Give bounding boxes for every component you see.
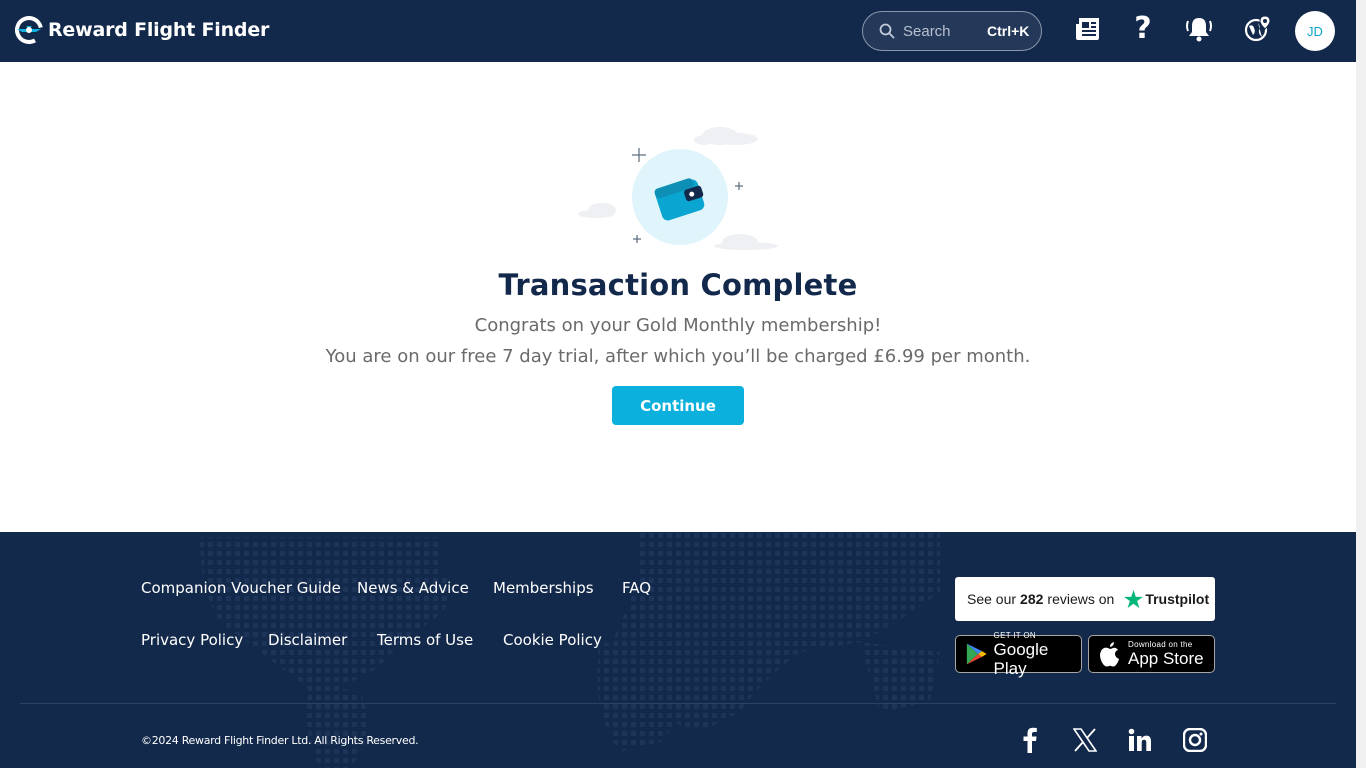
footer-link-companion-voucher-guide[interactable]: Companion Voucher Guide [141, 579, 341, 597]
trustpilot-widget[interactable]: See our 282 reviews on Trustpilot [955, 577, 1215, 621]
instagram-icon[interactable] [1182, 727, 1208, 753]
trustpilot-prefix: See our [967, 591, 1017, 607]
google-play-big-label: Google Play [993, 639, 1049, 678]
google-play-icon [966, 643, 987, 665]
app-store-small-label: Download on the [1128, 640, 1193, 649]
footer: Companion Voucher Guide News & Advice Me… [0, 532, 1356, 768]
notifications-bell-icon[interactable] [1184, 14, 1214, 44]
brand-name: Reward Flight Finder [48, 19, 270, 41]
membership-message: Congrats on your Gold Monthly membership… [474, 315, 882, 336]
trustpilot-brand-name: Trustpilot [1145, 591, 1210, 607]
search-box[interactable]: Ctrl+K [862, 11, 1042, 51]
news-icon[interactable] [1073, 14, 1103, 44]
google-play-small-label: GET IT ON [993, 630, 1036, 640]
copyright-text: ©2024 Reward Flight Finder Ltd. All Righ… [141, 734, 419, 747]
search-shortcut-hint: Ctrl+K [987, 23, 1030, 39]
brand-logo[interactable]: Reward Flight Finder [14, 14, 269, 46]
footer-link-terms-of-use[interactable]: Terms of Use [377, 631, 473, 649]
app-store-big-label: App Store [1128, 649, 1204, 668]
footer-link-privacy-policy[interactable]: Privacy Policy [141, 631, 243, 649]
top-nav-bar: Reward Flight Finder Ctrl+K ? [0, 0, 1356, 62]
trustpilot-star-icon [1124, 590, 1144, 608]
facebook-icon[interactable] [1017, 727, 1043, 753]
wallet-icon [578, 127, 778, 250]
page-scrollbar[interactable] [1356, 0, 1366, 768]
search-icon [879, 23, 895, 39]
trustpilot-suffix: reviews on [1047, 591, 1115, 607]
help-icon[interactable]: ? [1128, 14, 1158, 44]
trustpilot-brand: Trustpilot [1124, 590, 1209, 608]
footer-link-memberships[interactable]: Memberships [493, 579, 594, 597]
page-title: Transaction Complete [498, 268, 858, 302]
search-input[interactable] [903, 22, 973, 40]
continue-button[interactable]: Continue [612, 386, 744, 425]
footer-link-news-advice[interactable]: News & Advice [357, 579, 469, 597]
app-store-badge[interactable]: Download on the App Store [1088, 635, 1215, 673]
trustpilot-review-count: 282 [1020, 591, 1044, 607]
linkedin-icon[interactable] [1127, 727, 1153, 753]
footer-divider [20, 703, 1336, 704]
google-play-badge[interactable]: GET IT ON Google Play [955, 631, 1082, 678]
apple-icon [1100, 642, 1119, 667]
logo-plane-icon [15, 16, 43, 44]
avatar-initials: JD [1307, 23, 1323, 39]
footer-link-cookie-policy[interactable]: Cookie Policy [503, 631, 602, 649]
globe-location-icon[interactable] [1243, 14, 1273, 44]
trial-message: You are on our free 7 day trial, after w… [325, 346, 1031, 367]
user-avatar[interactable]: JD [1295, 11, 1335, 51]
footer-link-faq[interactable]: FAQ [622, 579, 651, 597]
footer-link-disclaimer[interactable]: Disclaimer [268, 631, 347, 649]
x-icon[interactable] [1072, 727, 1098, 753]
